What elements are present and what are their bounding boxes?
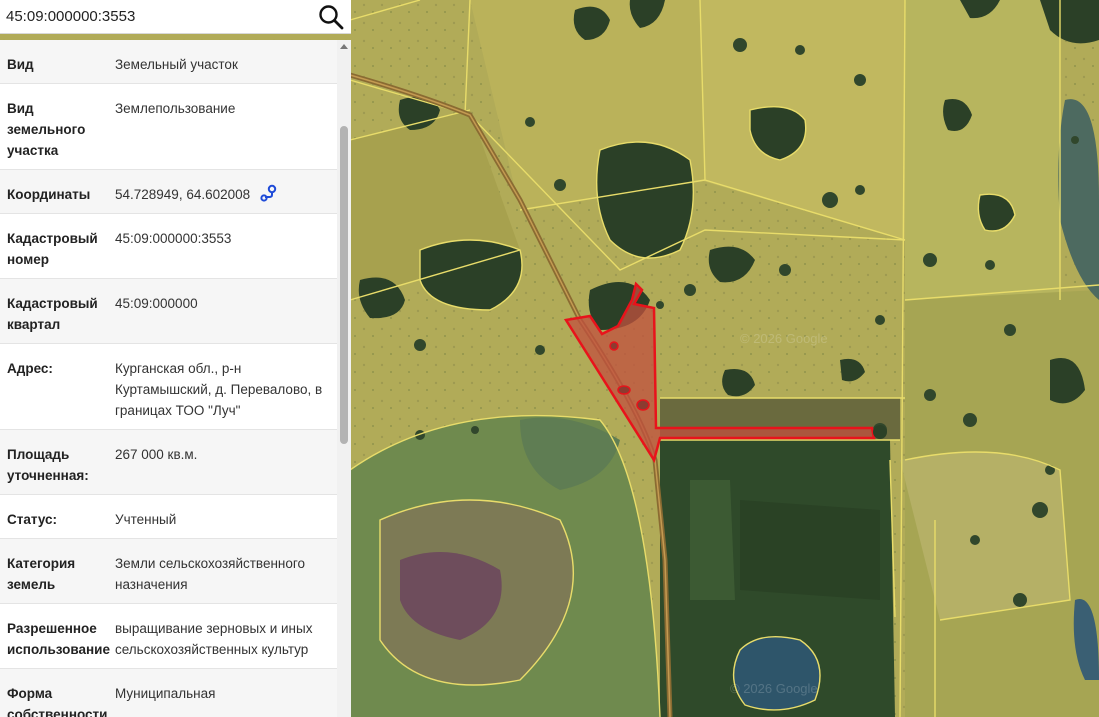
info-row-value: Землепользование — [115, 101, 236, 116]
parcel-hole — [609, 341, 619, 351]
info-row-value: Курганская обл., р-н Куртамышский, д. Пе… — [115, 361, 323, 418]
info-row-value: Земли сельскохозяйственного назначения — [115, 556, 306, 592]
info-row-value: 267 000 кв.м. — [115, 447, 198, 462]
info-row-key: Разрешенное использование — [7, 621, 110, 657]
triangle-up-icon — [340, 44, 348, 49]
info-row-ownership: Форма собственности Муниципальная — [0, 669, 337, 717]
info-panel: Вид Земельный участок Вид земельного уча… — [0, 40, 351, 717]
info-table: Вид Земельный участок Вид земельного уча… — [0, 40, 337, 717]
info-row-key: Площадь уточненная: — [7, 447, 89, 483]
info-row-permitted-use: Разрешенное использование выращивание зе… — [0, 604, 337, 669]
info-row-key: Статус: — [7, 512, 57, 527]
info-row-value: Муниципальная — [115, 686, 216, 701]
scrollbar-thumb[interactable] — [340, 126, 348, 444]
info-row-key: Адрес: — [7, 361, 53, 376]
map-watermark: © 2026 Google — [730, 681, 818, 696]
info-row-key: Вид — [7, 57, 34, 72]
info-row-value: Земельный участок — [115, 57, 238, 72]
info-row-coordinates: Координаты 54.728949, 64.602008 — [0, 170, 337, 214]
forest-area — [690, 480, 735, 600]
search-button[interactable] — [311, 0, 351, 34]
info-row-cadastral-quarter: Кадастровый квартал 45:09:000000 — [0, 279, 337, 344]
info-row-value: 45:09:000000:3553 — [115, 231, 232, 246]
info-row-key: Кадастровый номер — [7, 231, 98, 267]
info-row-key: Координаты — [7, 187, 91, 202]
search-input[interactable] — [0, 0, 311, 33]
search-bar — [0, 0, 351, 34]
info-row-address: Адрес: Курганская обл., р-н Куртамышский… — [0, 344, 337, 430]
panel-scrollbar[interactable] — [337, 40, 351, 717]
info-row-area: Площадь уточненная: 267 000 кв.м. — [0, 430, 337, 495]
info-row-value: выращивание зерновых и иных сельскохозяй… — [115, 621, 313, 657]
info-row-value: Учтенный — [115, 512, 177, 527]
info-row-value: 45:09:000000 — [115, 296, 198, 311]
info-row-land-category: Категория земель Земли сельскохозяйствен… — [0, 539, 337, 604]
info-row-key: Форма собственности — [7, 686, 108, 717]
info-row-key: Вид земельного участка — [7, 101, 86, 158]
info-row-key: Кадастровый квартал — [7, 296, 98, 332]
info-row-value: 54.728949, 64.602008 — [115, 187, 251, 202]
parcel-hole — [617, 385, 631, 395]
map-watermark: © 2026 Google — [740, 331, 828, 346]
search-icon — [319, 4, 344, 29]
water-body — [733, 636, 820, 710]
info-row-status: Статус: Учтенный — [0, 495, 337, 539]
info-row-parcel-type: Вид земельного участка Землепользование — [0, 84, 337, 170]
forest-area — [740, 500, 880, 600]
info-row-cadastral-number: Кадастровый номер 45:09:000000:3553 — [0, 214, 337, 279]
info-row-key: Категория земель — [7, 556, 76, 592]
info-row-type: Вид Земельный участок — [0, 40, 337, 84]
scroll-up-button[interactable] — [337, 40, 351, 52]
location-pin-icon[interactable] — [260, 184, 278, 202]
parcel-hole — [636, 399, 650, 411]
